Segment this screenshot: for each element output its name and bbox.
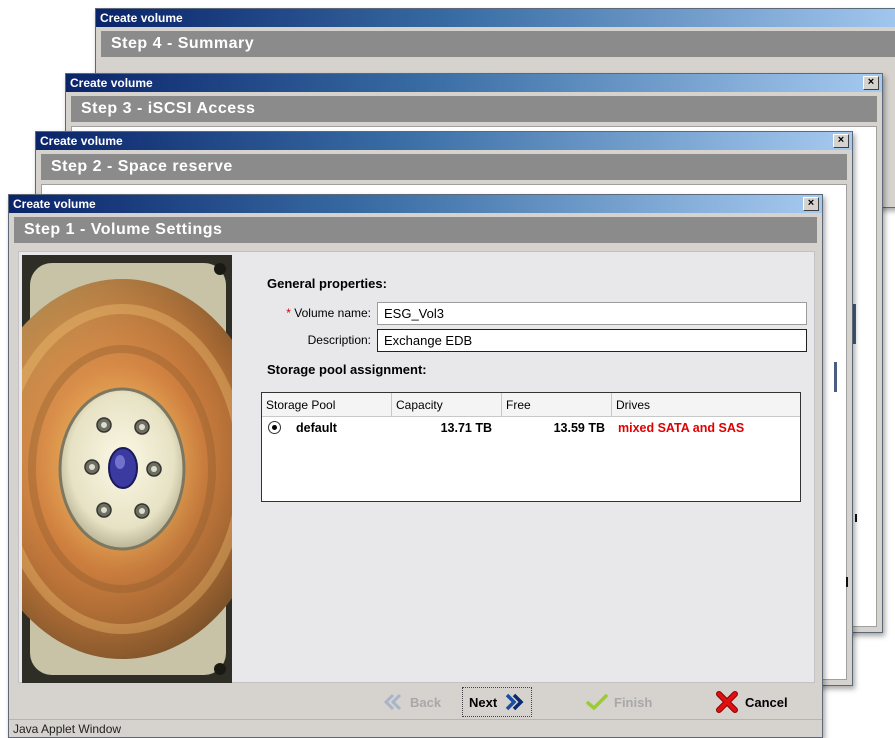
finish-button-label: Finish [614,694,653,710]
pool-free: 13.59 TB [553,421,605,435]
back-button[interactable]: Back [384,687,441,717]
dialog-title-bar[interactable]: Create volume × [9,195,822,213]
description-label: Description: [307,333,371,347]
close-icon: × [807,197,815,209]
volume-name-field[interactable]: ESG_Vol3 [377,302,807,325]
dialog-title: Create volume [70,76,153,90]
step-header: Step 2 - Space reserve [41,154,847,180]
back-arrow-icon [384,693,402,711]
panel-edge [853,304,856,344]
dialog-title-bar[interactable]: Create volume × [36,132,852,150]
wizard-content: General properties: * Volume name: ESG_V… [18,251,815,683]
panel-edge [834,362,837,392]
back-button-label: Back [410,694,442,710]
step-header: Step 1 - Volume Settings [14,217,817,243]
column-header-storage-pool[interactable]: Storage Pool [262,393,392,417]
volume-settings-form: General properties: * Volume name: ESG_V… [261,252,811,684]
close-button[interactable]: × [863,76,879,90]
volume-name-label: * Volume name: [261,306,371,320]
storage-pool-heading: Storage pool assignment: [267,362,427,377]
pool-name: default [296,421,337,435]
table-row[interactable]: default 13.71 TB 13.59 TB mixed SATA and… [262,419,800,437]
finish-button[interactable]: Finish [586,687,652,717]
column-header-capacity[interactable]: Capacity [392,393,502,417]
column-header-free[interactable]: Free [502,393,612,417]
pool-capacity: 13.71 TB [440,421,492,435]
cancel-x-icon [716,691,738,713]
panel-tick [855,514,857,522]
dialog-step1: Create volume × Step 1 - Volume Settings [8,194,823,738]
close-icon: × [867,76,875,88]
storage-pool-table: Storage Pool Capacity Free Drives defaul… [261,392,801,502]
step-header: Step 4 - Summary [101,31,895,57]
cancel-button-label: Cancel [745,694,788,710]
description-field[interactable]: Exchange EDB [377,329,807,352]
dialog-title-bar[interactable]: Create volume × [96,9,895,27]
required-marker: * [286,306,291,320]
close-button[interactable]: × [833,134,849,148]
dialog-title: Create volume [40,134,123,148]
hard-disk-image [22,255,232,683]
check-icon [586,694,608,710]
general-properties-heading: General properties: [267,276,387,291]
table-header: Storage Pool Capacity Free Drives [262,393,800,417]
next-button-label: Next [469,694,498,710]
pool-drives: mixed SATA and SAS [618,421,745,435]
dialog-title: Create volume [100,11,183,25]
step-header: Step 3 - iSCSI Access [71,96,877,122]
panel-tick [846,577,848,587]
cancel-button[interactable]: Cancel [715,687,788,717]
close-icon: × [837,134,845,146]
applet-status-bar: Java Applet Window [9,719,822,737]
dialog-title: Create volume [13,197,96,211]
wizard-button-bar: Back Next Finish Cancel [9,687,822,723]
close-button[interactable]: × [803,197,819,211]
volume-name-label-text: Volume name: [294,306,371,320]
next-arrow-icon [505,693,524,711]
next-button[interactable]: Next [462,687,533,717]
pool-radio-button[interactable] [268,421,281,434]
dialog-title-bar[interactable]: Create volume × [66,74,882,92]
column-header-drives[interactable]: Drives [612,393,800,417]
